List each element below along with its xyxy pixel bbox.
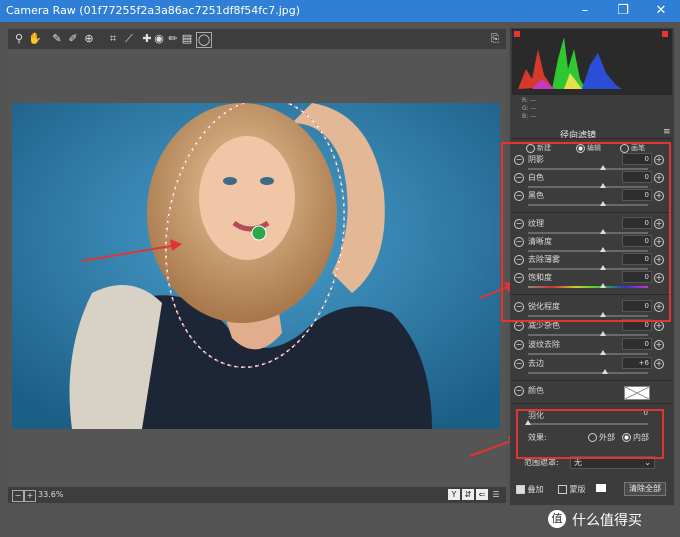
clear-all-button[interactable]: 清除全部 [624,482,666,496]
graduated-filter-tool-icon[interactable]: ▤ [180,32,194,46]
minimize-button[interactable]: – [566,0,604,22]
decrease-icon[interactable]: − [514,386,524,396]
slider-track[interactable] [528,353,648,355]
close-button[interactable]: ✕ [642,0,680,22]
overlay-row: 叠加 蒙版 清除全部 [512,482,672,497]
highlight-box-effect [516,409,664,459]
increase-icon[interactable]: + [654,321,664,331]
status-bar: − + 33.6% Y ⇵ ⇐ ☰ [8,487,506,503]
highlight-clipping-warning[interactable] [662,31,668,37]
copy-settings-icon[interactable]: ⇐ [476,489,488,500]
toolbar: ⚲ ✋ ✎ ✐ ⊕ ⌗ ⟋ ✚ ◉ ✏ ▤ ◯ ⎘ [8,29,506,49]
zoom-tool-icon[interactable]: ⚲ [12,32,26,46]
photo-preview[interactable] [12,103,500,429]
decrease-icon[interactable]: − [514,359,524,369]
g-value: — [530,105,537,112]
radial-filter-tool-icon[interactable]: ◯ [196,32,212,48]
checkbox-icon[interactable] [558,485,567,494]
watermark-text: 什么值得买 [572,513,642,529]
b-value: — [530,113,537,120]
zoom-level[interactable]: 33.6% [38,490,63,499]
increase-icon[interactable]: + [654,340,664,350]
zoom-in-button[interactable]: + [24,490,36,502]
b-label: B: [522,113,529,120]
shadow-clipping-warning[interactable] [514,31,520,37]
before-after-y-icon[interactable]: Y [448,489,460,500]
overlay-checkbox[interactable]: 叠加 [516,484,544,495]
hand-tool-icon[interactable]: ✋ [28,32,42,46]
window-title: Camera Raw (01f77255f2a3a86ac7251df8f54f… [6,4,301,17]
slider-label: 波纹去除 [528,340,560,349]
increase-icon[interactable]: + [654,359,664,369]
crop-tool-icon[interactable]: ⌗ [106,32,120,46]
slider-thumb[interactable] [602,369,608,374]
panel-divider [512,138,672,139]
slider-defringe[interactable]: − 去边 +6 + [512,357,672,380]
slider-thumb[interactable] [600,350,606,355]
slider-label: 去边 [528,359,544,368]
decrease-icon[interactable]: − [514,340,524,350]
r-label: R: [522,97,529,104]
mask-color-swatch[interactable] [596,484,606,492]
watermark-logo-icon: 值 [548,510,566,528]
range-mask-row: 范围遮罩: 无 ⌄ [512,456,672,471]
settings-toggle-icon[interactable]: ☰ [490,489,502,500]
maximize-button[interactable]: ❐ [604,0,642,22]
red-eye-tool-icon[interactable]: ◉ [152,32,166,46]
slider-track[interactable] [528,372,648,374]
color-row[interactable]: − 颜色 [512,385,672,401]
g-label: G: [522,105,529,112]
targeted-adjustment-tool-icon[interactable]: ⊕ [82,32,96,46]
panel-menu-icon[interactable]: ≡ [663,127,671,137]
straighten-tool-icon[interactable]: ⟋ [122,32,136,46]
watermark: 值 什么值得买 [548,508,678,530]
open-preferences-icon[interactable]: ⎘ [488,32,502,46]
panel-title: 径向滤镜 [560,131,597,141]
decrease-icon[interactable]: − [514,321,524,331]
checkbox-icon[interactable] [516,485,525,494]
adjustment-brush-tool-icon[interactable]: ✏ [166,32,180,46]
color-label: 颜色 [528,386,544,395]
no-color-icon [624,386,650,400]
photo-illustration [12,103,500,429]
slider-thumb[interactable] [600,331,606,336]
color-divider [512,403,672,404]
histogram-graph [514,31,668,89]
swap-before-after-icon[interactable]: ⇵ [462,489,474,500]
mask-checkbox[interactable]: 蒙版 [558,484,586,495]
slider-group-divider [512,380,672,381]
slider-value[interactable]: 0 [622,338,652,350]
r-value: — [529,97,536,104]
color-swatch[interactable] [624,386,650,400]
slider-track[interactable] [528,334,648,336]
zoom-out-button[interactable]: − [12,490,24,502]
white-balance-tool-icon[interactable]: ✎ [50,32,64,46]
highlight-box-sliders [501,142,671,322]
slider-value[interactable]: +6 [622,357,652,369]
color-sampler-tool-icon[interactable]: ✐ [66,32,80,46]
title-bar: Camera Raw (01f77255f2a3a86ac7251df8f54f… [0,0,680,22]
histogram [512,29,672,95]
